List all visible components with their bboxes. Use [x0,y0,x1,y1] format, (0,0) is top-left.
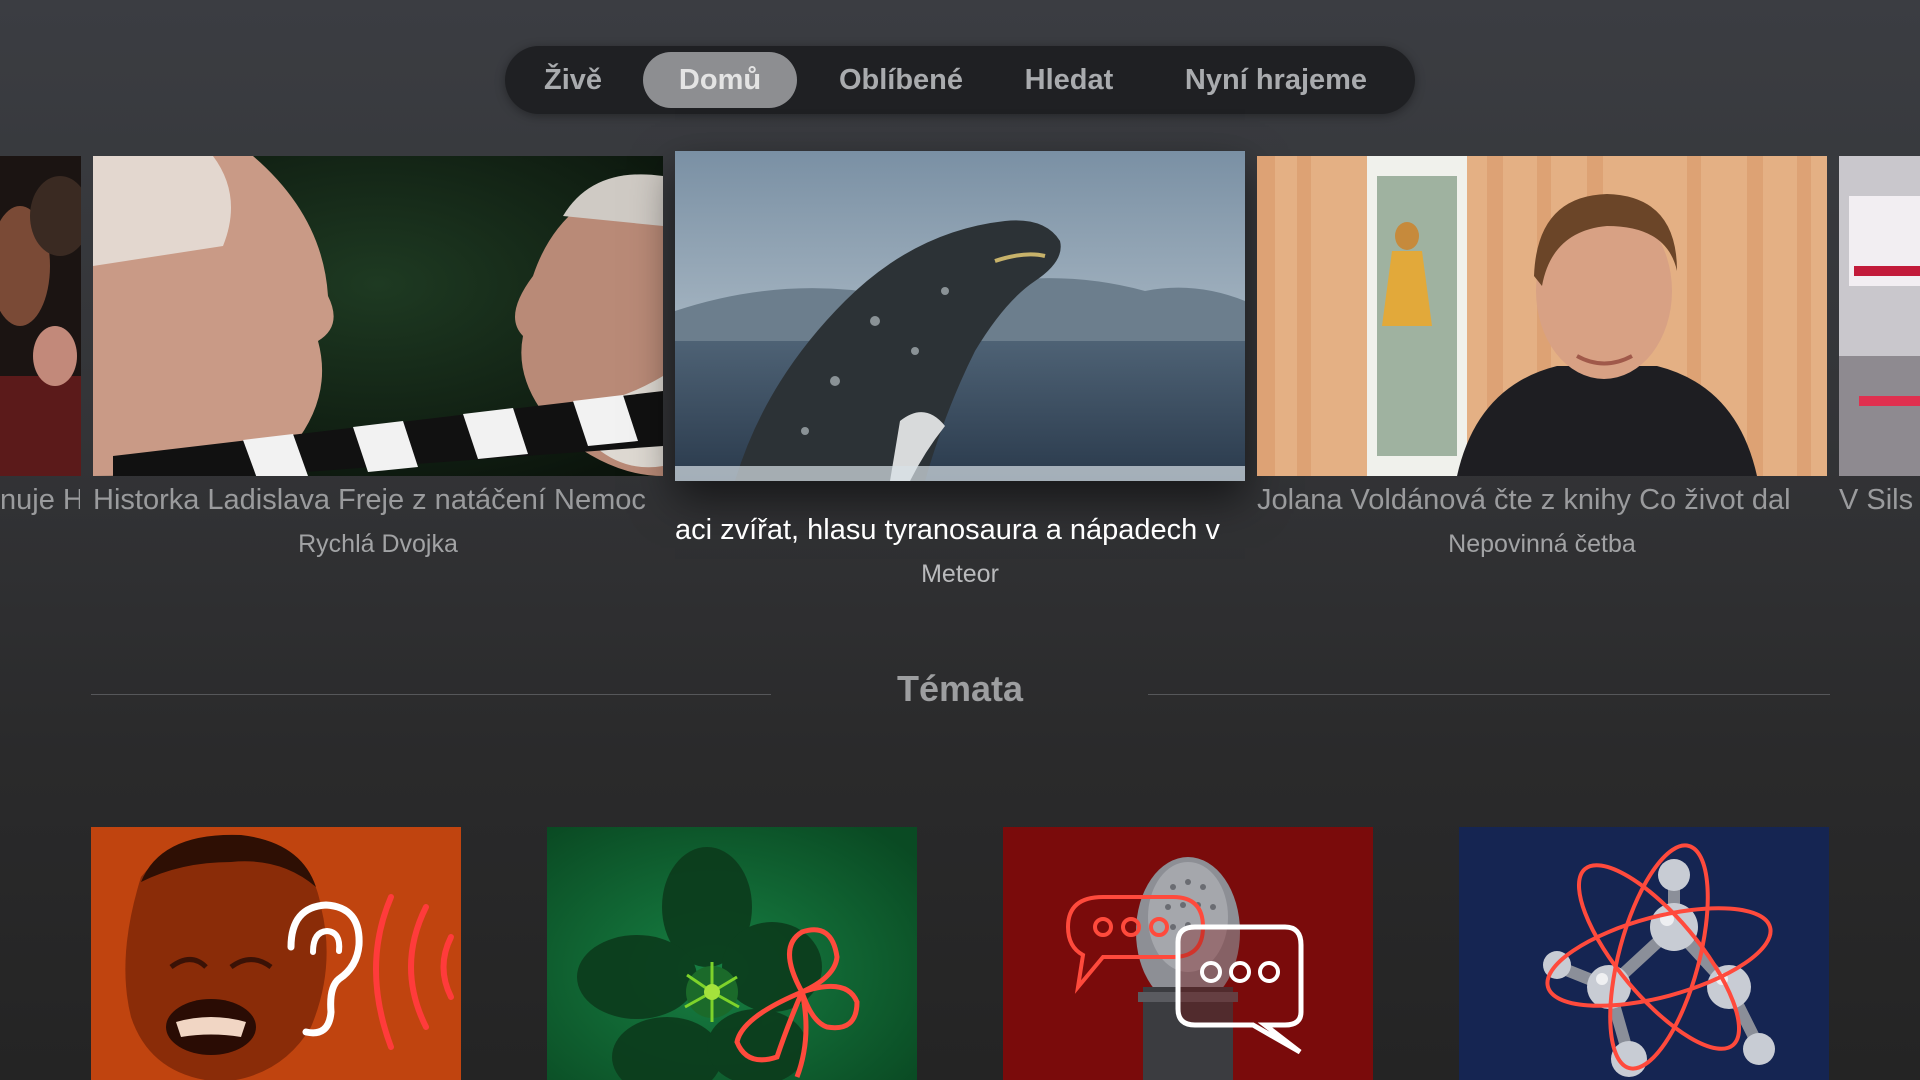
carousel-card-1[interactable] [93,156,663,476]
tab-home[interactable]: Domů [643,52,797,108]
carousel-subtitle-3: Nepovinná četba [1448,530,1636,558]
episode-thumbnail-4 [1839,156,1920,476]
carousel-card-3[interactable] [1257,156,1827,476]
carousel-card-2-focused[interactable] [675,151,1245,481]
section-title-topics: Témata [896,668,1024,709]
flower-icon [547,827,917,1080]
app-screen: Živě Domů Oblíbené Hledat Nyní hrajeme n… [0,0,1920,1080]
topic-tile-2[interactable] [1003,827,1373,1080]
carousel-title-4: V Sils [1839,484,1914,516]
carousel-title-2: aci zvířat, hlasu tyranosaura a nápadech… [675,514,1220,546]
episode-thumbnail-3 [1257,156,1827,476]
atom-icon [1459,827,1829,1080]
episode-thumbnail-1 [93,156,663,476]
carousel-title-1: Historka Ladislava Freje z natáčení Nemo… [93,484,646,516]
episode-thumbnail-2 [675,151,1245,481]
topic-tile-1[interactable] [547,827,917,1080]
carousel-title-0: nuje H [0,484,80,516]
carousel-card-0[interactable] [0,156,81,476]
carousel-subtitle-1: Rychlá Dvojka [298,530,458,558]
topic-tile-3[interactable] [1459,827,1829,1080]
ear-icon [91,827,461,1080]
episode-thumbnail-0 [0,156,81,476]
carousel-card-4[interactable] [1839,156,1920,476]
tab-search[interactable]: Hledat [1003,52,1135,108]
carousel-title-3: Jolana Voldánová čte z knihy Co život da… [1257,484,1791,516]
tab-favorites[interactable]: Oblíbené [815,52,987,108]
carousel-subtitle-2: Meteor [921,560,999,588]
tab-live[interactable]: Živě [525,52,621,108]
top-navigation: Živě Domů Oblíbené Hledat Nyní hrajeme [505,46,1415,114]
tab-now-playing[interactable]: Nyní hrajeme [1155,52,1397,108]
topic-tile-0[interactable] [91,827,461,1080]
chat-bubbles-icon [1003,827,1373,1080]
